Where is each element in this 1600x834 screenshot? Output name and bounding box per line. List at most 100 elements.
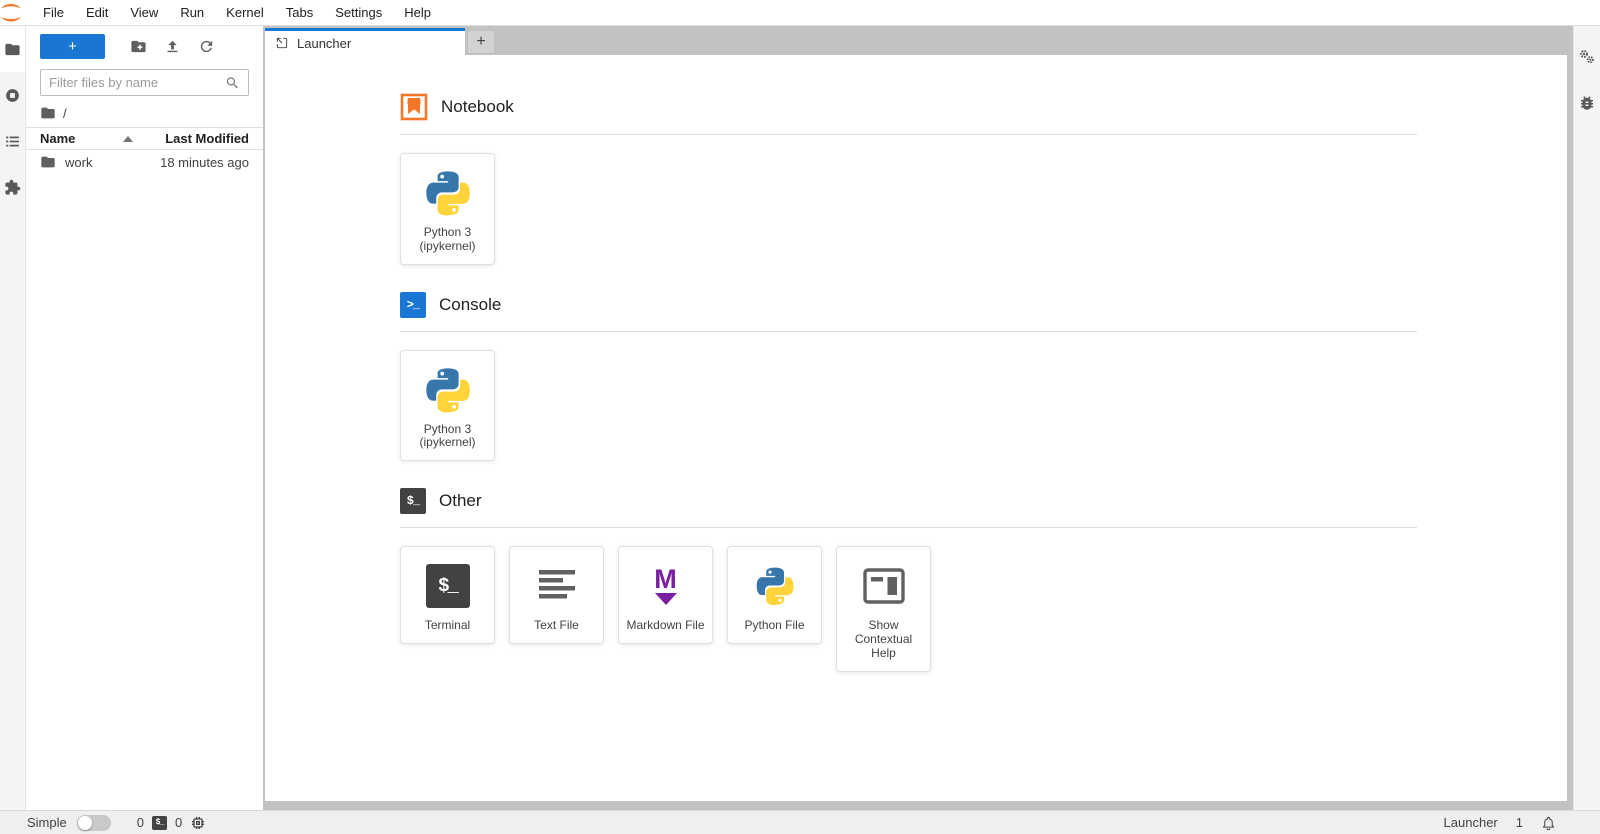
menu-run[interactable]: Run <box>169 0 215 26</box>
python-logo <box>753 560 797 612</box>
section-divider <box>400 134 1417 135</box>
menu-help[interactable]: Help <box>393 0 442 26</box>
sidebar-tab-file-browser[interactable] <box>0 26 25 72</box>
section-title: Other <box>439 491 482 511</box>
home-folder-icon[interactable] <box>40 105 56 121</box>
python-logo <box>422 364 474 416</box>
jupyterlab-window: File Edit View Run Kernel Tabs Settings … <box>0 0 1600 834</box>
section-title: Console <box>439 294 502 314</box>
upload-button[interactable] <box>155 34 189 59</box>
section-divider <box>400 527 1417 529</box>
launcher-section-console: >_ Console Python 3 (ipykernel) <box>400 291 1417 462</box>
card-label: Python 3 (ipykernel) <box>419 421 476 450</box>
column-header-modified[interactable]: Last Modified <box>165 131 249 146</box>
launcher-card-markdown-file[interactable]: M Markdown File <box>618 546 713 644</box>
new-launcher-button[interactable]: + <box>40 34 105 59</box>
folder-icon <box>41 156 55 168</box>
launcher-card-console-python3[interactable]: Python 3 (ipykernel) <box>400 349 495 462</box>
right-activity-bar <box>1573 26 1600 810</box>
sidebar-tab-running-sessions[interactable] <box>0 72 25 118</box>
menu-view[interactable]: View <box>119 0 169 26</box>
contextual-help-icon <box>862 568 905 604</box>
sort-ascending-icon[interactable] <box>123 135 134 142</box>
section-header: >_ Console <box>400 291 1417 318</box>
card-row: $_ Terminal Text File M Markdown File Py… <box>400 546 1417 672</box>
python-logo <box>422 167 474 219</box>
breadcrumb: / <box>26 98 263 127</box>
menu-kernel[interactable]: Kernel <box>215 0 275 26</box>
card-row: Python 3 (ipykernel) <box>400 153 1417 265</box>
launcher-card-contextual-help[interactable]: Show Contextual Help <box>836 546 931 672</box>
launcher-section-other: $_ Other $_ Terminal Text File M Markdow… <box>400 488 1417 672</box>
gears-icon <box>1580 50 1594 64</box>
tab-label: Launcher <box>297 35 352 51</box>
left-activity-bar <box>0 26 26 810</box>
launcher-card-python-file[interactable]: Python File <box>727 546 822 644</box>
file-list-header: Name Last Modified <box>26 127 263 150</box>
upload-icon <box>167 40 177 53</box>
new-folder-icon <box>130 40 146 53</box>
filter-files-box <box>40 69 249 96</box>
launcher-panel: Notebook Python 3 (ipykernel) >_ Console… <box>265 55 1567 801</box>
bug-icon <box>1581 96 1593 110</box>
console-icon: >_ <box>400 291 426 318</box>
section-header: $_ Other <box>400 488 1417 515</box>
main-dock-area: Launcher + Notebook Python 3 (ipykernel)… <box>263 26 1573 810</box>
file-name: work <box>65 154 93 170</box>
workspace: + Filter files by name / Name Last Modif… <box>0 26 1600 810</box>
markdown-icon: M <box>654 566 677 606</box>
notebook-icon <box>400 93 428 121</box>
table-of-contents-icon <box>6 136 19 146</box>
sidebar-tab-debugger[interactable] <box>1574 80 1600 126</box>
menu-file[interactable]: File <box>32 0 75 26</box>
file-row-work[interactable]: work 18 minutes ago <box>26 150 263 174</box>
notification-count[interactable]: 1 <box>1516 815 1523 830</box>
card-label: Show Contextual Help <box>854 618 913 660</box>
new-folder-button[interactable] <box>121 34 155 59</box>
simple-mode-label: Simple <box>27 815 67 830</box>
card-label: Markdown File <box>626 618 705 633</box>
menu-tabs[interactable]: Tabs <box>275 0 324 26</box>
filter-files-input[interactable] <box>49 75 225 90</box>
card-row: Python 3 (ipykernel) <box>400 349 1417 462</box>
status-bar: Simple 0 $_ 0 Launcher 1 <box>0 810 1600 834</box>
simple-mode-toggle[interactable] <box>76 814 111 831</box>
sidebar-tab-table-of-contents[interactable] <box>0 118 25 164</box>
menu-settings[interactable]: Settings <box>324 0 393 26</box>
refresh-button[interactable] <box>189 34 223 59</box>
kernel-count: 0 <box>174 815 183 830</box>
file-browser-toolbar: + <box>26 26 263 60</box>
menu-edit[interactable]: Edit <box>75 0 119 26</box>
running-sessions-icon <box>6 88 19 102</box>
jupyter-logo-icon <box>0 3 22 21</box>
file-browser-panel: + Filter files by name / Name Last Modif… <box>26 26 263 810</box>
card-label: Text File <box>534 618 579 633</box>
tab-launcher[interactable]: Launcher <box>265 28 465 55</box>
refresh-icon <box>200 40 212 53</box>
running-sessions-status[interactable]: 0 $_ 0 <box>137 815 206 831</box>
puzzle-icon <box>5 179 21 195</box>
launcher-card-text-file[interactable]: Text File <box>509 546 604 644</box>
toggle-knob <box>77 815 92 830</box>
kernel-chip-icon <box>190 815 206 831</box>
new-tab-button[interactable]: + <box>467 30 495 54</box>
launcher-card-terminal[interactable]: $_ Terminal <box>400 546 495 644</box>
card-label: Terminal <box>424 618 471 633</box>
launcher-card-notebook-python3[interactable]: Python 3 (ipykernel) <box>400 153 495 265</box>
section-title: Notebook <box>441 97 514 116</box>
column-header-name[interactable]: Name <box>40 131 75 146</box>
card-label: Python 3 (ipykernel) <box>419 225 476 253</box>
section-divider <box>400 330 1417 332</box>
down-arrow-icon <box>654 593 677 606</box>
tab-bar: Launcher + <box>263 26 1573 55</box>
sidebar-tab-extension-manager[interactable] <box>0 164 25 210</box>
bell-icon[interactable] <box>1541 815 1556 831</box>
menu-bar: File Edit View Run Kernel Tabs Settings … <box>0 0 1600 26</box>
section-header: Notebook <box>400 93 1417 121</box>
status-bar-right: Launcher 1 <box>1444 815 1556 831</box>
sidebar-tab-property-inspector[interactable] <box>1574 34 1600 80</box>
launcher-body: Notebook Python 3 (ipykernel) >_ Console… <box>265 55 1567 672</box>
breadcrumb-root[interactable]: / <box>63 106 67 121</box>
search-icon <box>226 76 238 88</box>
context-label[interactable]: Launcher <box>1444 815 1498 830</box>
